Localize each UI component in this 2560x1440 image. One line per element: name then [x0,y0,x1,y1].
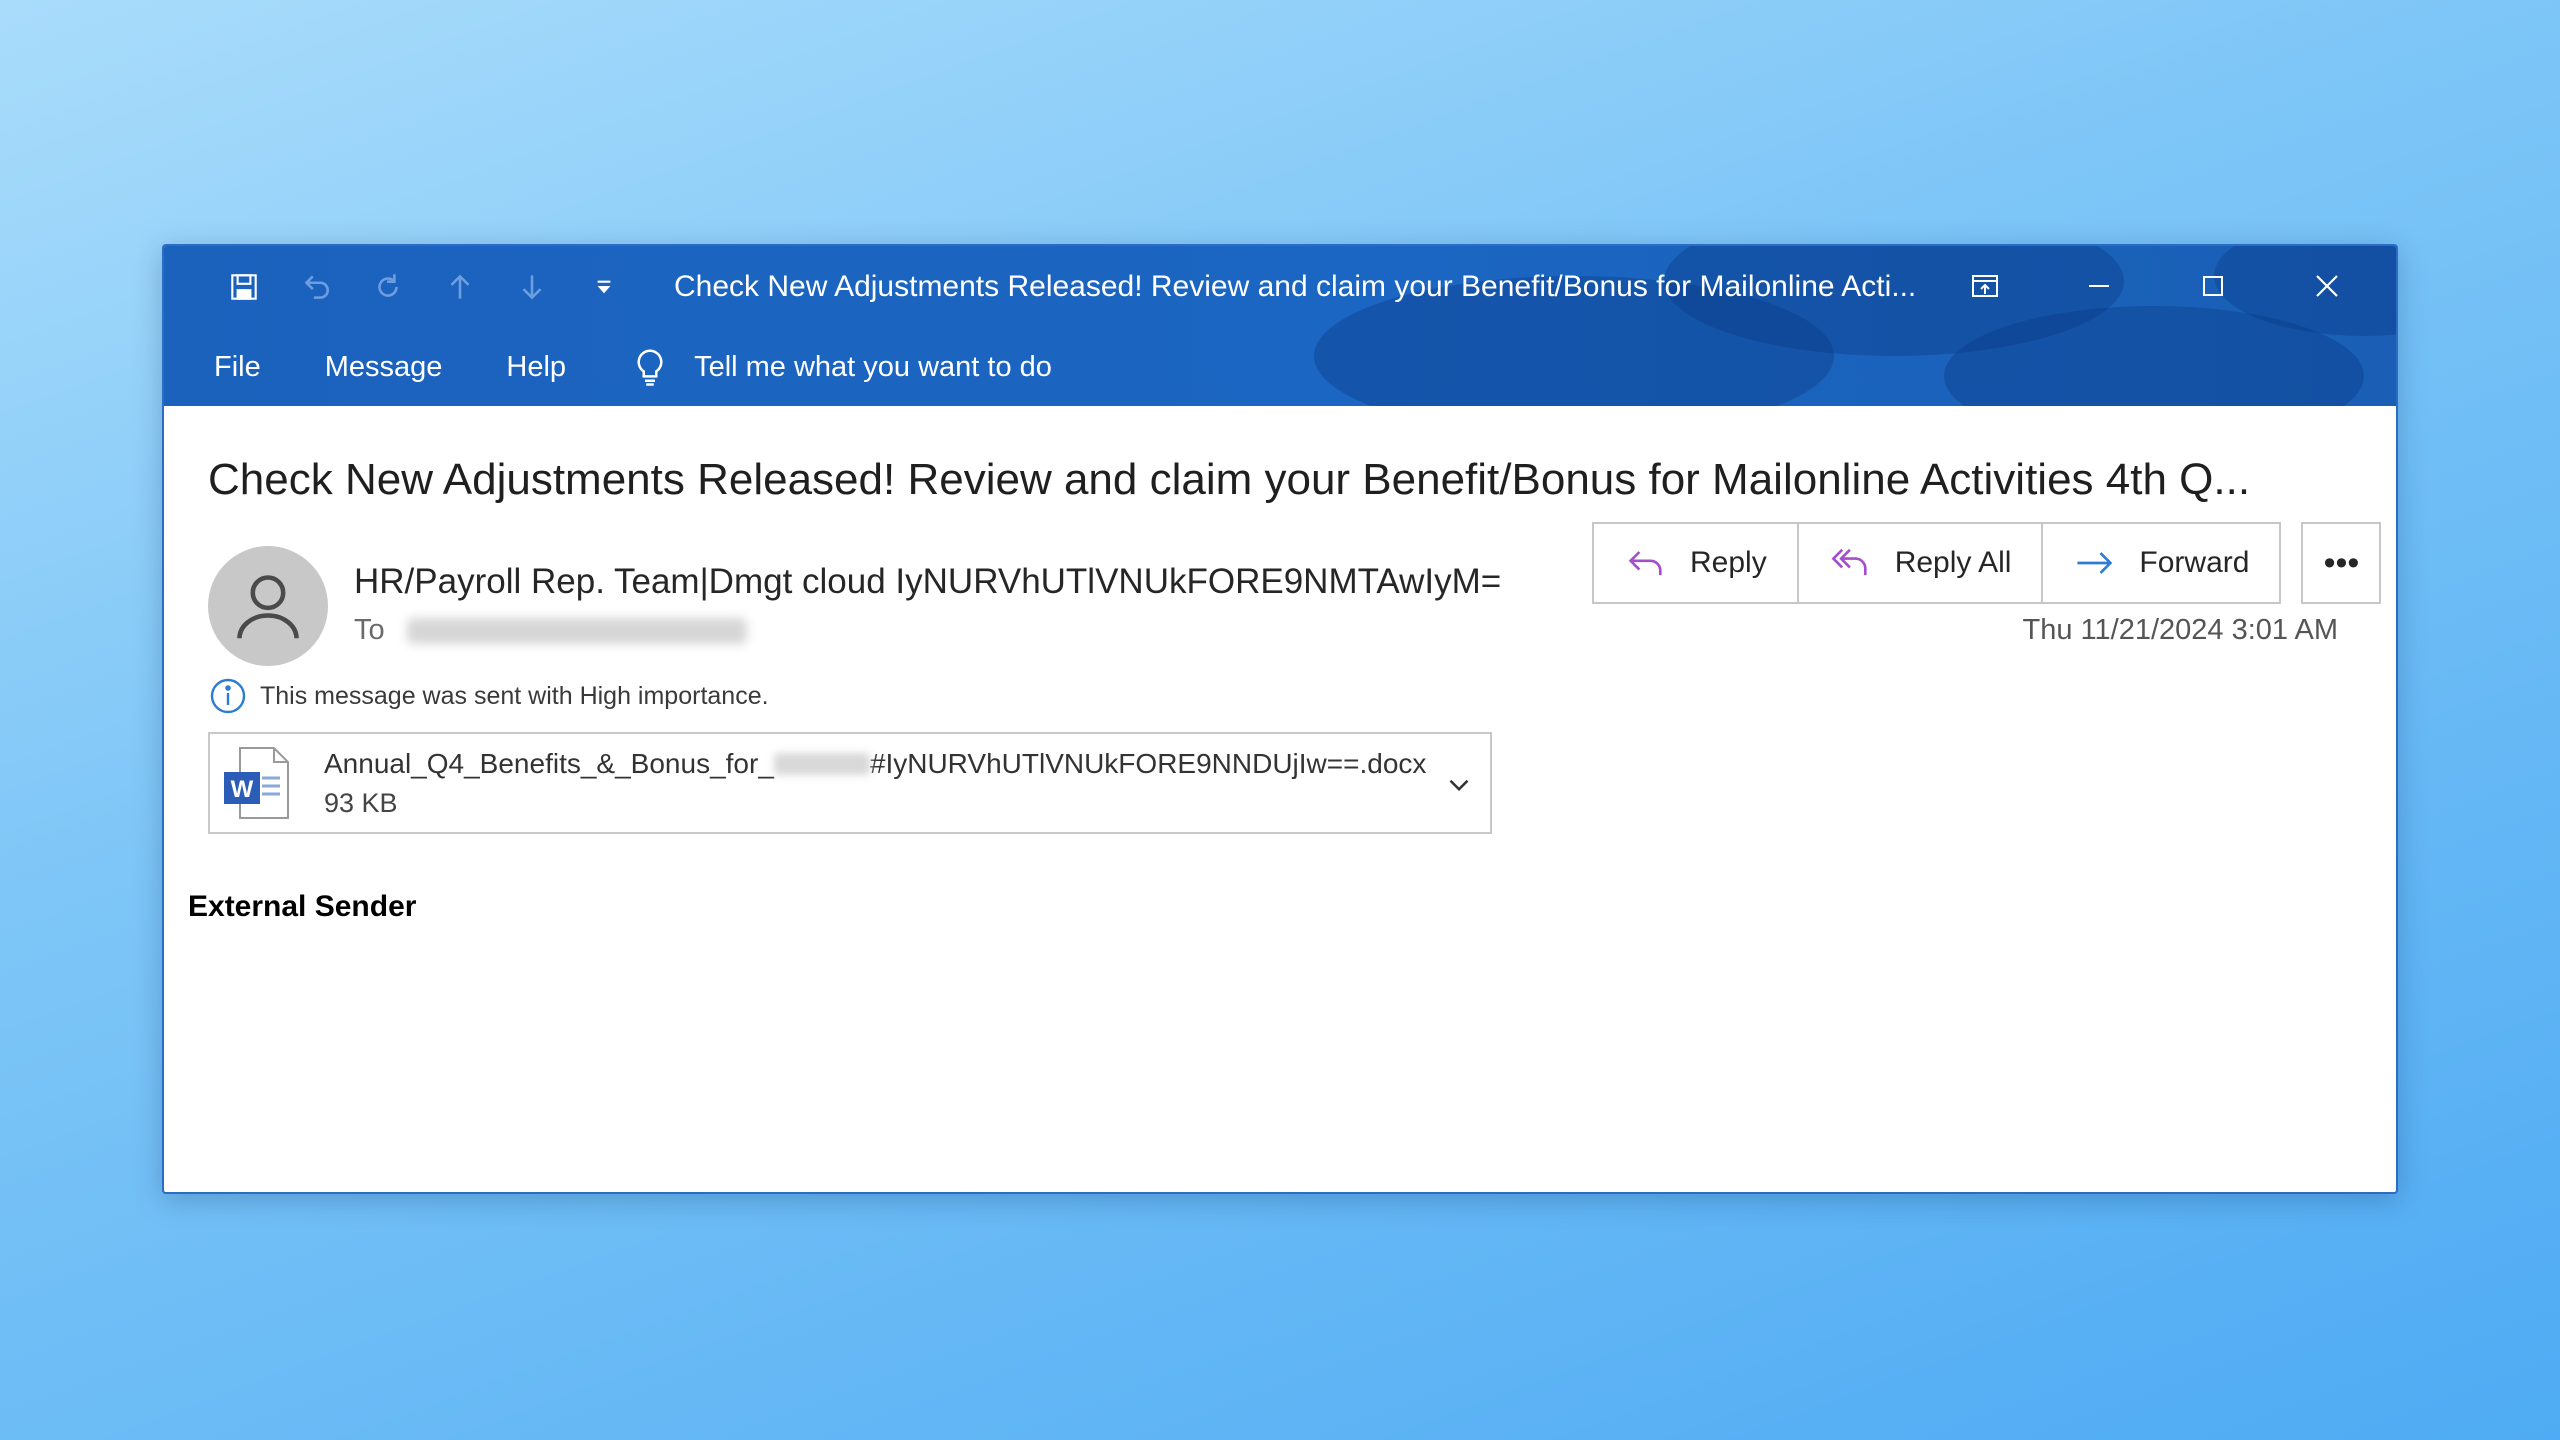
recipient-redacted[interactable] [406,617,747,644]
importance-text: This message was sent with High importan… [260,681,769,710]
response-button-group: Reply Reply All Forward [1592,522,2282,604]
window-title: Check New Adjustments Released! Review a… [674,270,1917,303]
maximize-icon [2203,276,2223,296]
reply-all-button[interactable]: Reply All [1799,524,2044,602]
person-icon [237,575,299,639]
attachment-card[interactable]: W Annual_Q4_Benefits_&_Bonus_for_ #IyNUR… [208,732,1492,834]
chevron-down-icon[interactable] [1442,768,1476,802]
redo-icon [378,274,398,297]
next-item-button[interactable] [496,264,568,310]
maximize-button[interactable] [2156,260,2270,312]
quick-access-toolbar [208,264,640,310]
ribbon-tabs: File Message Help Tell me what you want … [214,342,1052,392]
info-icon [210,678,246,714]
save-icon [231,274,257,300]
email-subject: Check New Adjustments Released! Review a… [208,455,2251,504]
title-bar: Check New Adjustments Released! Review a… [164,246,2396,406]
importance-notice: This message was sent with High importan… [208,676,769,716]
customize-toolbar-button[interactable] [568,264,640,310]
attachment-size: 93 KB [324,788,398,818]
minimize-icon [2089,285,2109,287]
window-controls [1928,260,2384,312]
reply-all-icon [1831,548,1867,576]
reply-icon [1628,551,1662,576]
save-button[interactable] [208,264,280,310]
reply-button[interactable]: Reply [1594,524,1799,602]
reply-label: Reply [1690,546,1767,579]
previous-item-button[interactable] [424,264,496,310]
recipient-line: To [354,614,747,647]
email-window: Check New Adjustments Released! Review a… [162,244,2398,1194]
attachment-name-prefix: Annual_Q4_Benefits_&_Bonus_for_ [324,748,774,779]
attachment-name-suffix: #IyNURVhUTlVNUkFORE9NNDUjIw==.docx [869,748,1427,779]
forward-button[interactable]: Forward [2043,524,2279,602]
tab-help[interactable]: Help [506,351,566,384]
received-date: Thu 11/21/2024 3:01 AM [2022,614,2338,646]
arrow-down-icon [522,275,542,300]
close-icon [2316,275,2338,297]
tell-me-search[interactable]: Tell me what you want to do [630,347,1052,387]
forward-label: Forward [2139,546,2250,579]
tell-me-label: Tell me what you want to do [694,350,1052,383]
minimize-button[interactable] [2042,260,2156,312]
dropdown-caret-icon [597,280,611,294]
ribbon-display-icon [1972,275,1998,297]
forward-icon [2077,552,2113,574]
undo-icon [304,275,329,299]
close-button[interactable] [2270,260,2384,312]
lightbulb-icon [637,349,663,386]
attachment-name: Annual_Q4_Benefits_&_Bonus_for_ #IyNURVh… [324,748,1426,780]
word-document-icon: W [224,747,289,819]
arrow-up-icon [450,274,470,299]
tab-message[interactable]: Message [325,351,443,384]
tab-file[interactable]: File [214,351,261,384]
more-actions-button[interactable]: ••• [2301,522,2382,604]
external-sender-banner: External Sender [188,890,417,923]
undo-button[interactable] [280,264,352,310]
attachment-name-redacted [773,753,870,775]
ribbon-display-options-button[interactable] [1928,260,2042,312]
sender-avatar[interactable] [208,546,328,666]
word-badge: W [231,776,254,803]
message-actions: Reply Reply All Forward ••• [1592,522,2382,604]
reply-all-label: Reply All [1894,546,2012,579]
to-label: To [354,614,385,646]
redo-button[interactable] [352,264,424,310]
sender-name[interactable]: HR/Payroll Rep. Team|Dmgt cloud IyNURVhU… [354,562,1501,602]
